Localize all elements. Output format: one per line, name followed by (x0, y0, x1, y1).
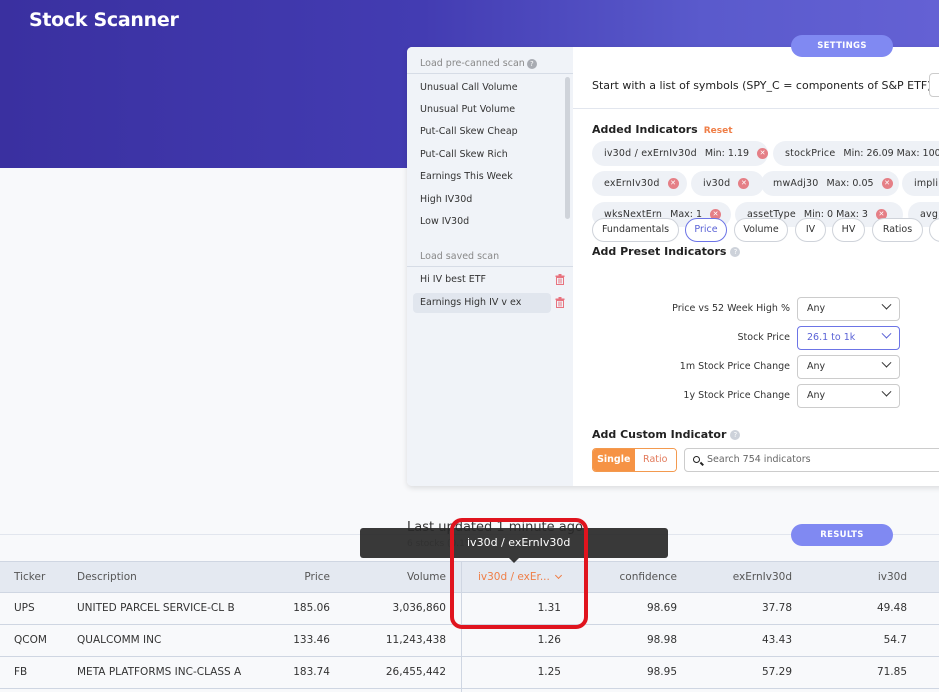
precanned-scan-item[interactable]: Earnings This Week (413, 167, 551, 187)
chevron-down-icon (881, 299, 892, 310)
mode-toggle: Single Ratio (592, 448, 677, 472)
precanned-section-label: Load pre-canned scan? (407, 47, 573, 69)
indicator-chip: mwAdj30 Max: 0.05 ✕ (761, 171, 899, 196)
column-header-description[interactable]: Description (77, 562, 137, 593)
indicator-search-input[interactable]: Search 754 indicators (684, 448, 939, 472)
precanned-scan-item[interactable]: Low IV30d (413, 212, 551, 232)
remove-icon[interactable]: ✕ (738, 178, 750, 189)
tab-price[interactable]: Price (685, 218, 727, 242)
filter-select[interactable]: 26.1 to 1k (797, 326, 900, 350)
reset-link[interactable]: Reset (704, 126, 733, 136)
column-header-price[interactable]: Price (260, 562, 330, 593)
precanned-scan-item[interactable]: Unusual Call Volume (413, 78, 551, 98)
saved-section-label: Load saved scan (420, 251, 500, 262)
precanned-scan-item[interactable]: High IV30d (413, 190, 551, 210)
scan-sidebar: Load pre-canned scan? Unusual Call Volum… (407, 47, 573, 486)
custom-indicator-title: Add Custom Indicator? (592, 428, 741, 441)
saved-scan-item[interactable]: Earnings High IV v ex (413, 293, 551, 313)
divider (407, 266, 573, 267)
filter-label: 1y Stock Price Change (683, 390, 790, 401)
settings-pill: SETTINGS (791, 35, 893, 57)
precanned-scan-item[interactable]: Put-Call Skew Rich (413, 145, 551, 165)
filter-label: Stock Price (737, 332, 791, 343)
help-icon[interactable]: ? (730, 247, 741, 257)
indicator-chip: impli (902, 171, 939, 196)
indicator-chip: stockPrice Min: 26.09 Max: 100 (773, 141, 939, 166)
settings-main: Start with a list of symbols (SPY_C = co… (573, 47, 939, 486)
column-header-confidence[interactable]: confidence (590, 562, 677, 593)
trash-icon[interactable] (555, 274, 565, 285)
column-header-volume[interactable]: Volume (360, 562, 446, 593)
divider (573, 108, 939, 109)
preset-indicators-title: Add Preset Indicators? (592, 245, 741, 258)
help-icon[interactable]: ? (526, 58, 537, 69)
settings-panel: Load pre-canned scan? Unusual Call Volum… (407, 47, 939, 486)
remove-icon[interactable]: ✕ (757, 148, 769, 159)
remove-icon[interactable]: ✕ (667, 178, 679, 189)
filter-select[interactable]: Any (797, 297, 900, 321)
tab-iv[interactable]: IV (795, 218, 826, 242)
indicator-chip: iv30d ✕ (691, 171, 764, 196)
results-pill: RESULTS (791, 524, 893, 546)
scrollbar[interactable] (565, 77, 570, 219)
trash-icon[interactable] (555, 297, 565, 308)
filter-select[interactable]: Any (797, 355, 900, 379)
chevron-down-icon (881, 386, 892, 397)
search-icon (693, 456, 700, 463)
table-row[interactable]: FB META PLATFORMS INC-CLASS A 183.74 26,… (0, 657, 939, 689)
tab-hv[interactable]: HV (832, 218, 865, 242)
symbols-label: Start with a list of symbols (SPY_C = co… (592, 79, 936, 92)
column-header-iv30d[interactable]: iv30d (820, 562, 907, 593)
mode-single-button[interactable]: Single (593, 449, 635, 471)
divider (407, 73, 573, 74)
filter-select[interactable]: Any (797, 384, 900, 408)
tab-fundamentals[interactable]: Fundamentals (592, 218, 679, 242)
precanned-scan-item[interactable]: Put-Call Skew Cheap (413, 122, 551, 142)
filter-label: Price vs 52 Week High % (672, 303, 790, 314)
column-header-ticker[interactable]: Ticker (14, 562, 45, 593)
tab-volume[interactable]: Volume (734, 218, 788, 242)
annotation-highlight-box (450, 518, 588, 629)
added-indicators-title: Added Indicators Reset (592, 123, 733, 136)
indicator-chip: exErnIv30d ✕ (592, 171, 687, 196)
chevron-down-icon (881, 328, 892, 339)
symbols-input[interactable] (929, 73, 939, 97)
saved-scan-item[interactable]: Hi IV best ETF (413, 270, 551, 290)
chevron-down-icon (881, 357, 892, 368)
mode-ratio-button[interactable]: Ratio (634, 449, 676, 471)
indicator-chip: iv30d / exErnIv30d Min: 1.19 ✕ (592, 141, 769, 166)
filter-label: 1m Stock Price Change (679, 361, 790, 372)
tab-ratios[interactable]: Ratios (872, 218, 923, 242)
remove-icon[interactable]: ✕ (881, 178, 893, 189)
help-icon[interactable]: ? (730, 430, 741, 440)
page-title: Stock Scanner (29, 9, 179, 31)
precanned-scan-item[interactable]: Unusual Put Volume (413, 100, 551, 120)
column-header-exernival[interactable]: exErnIv30d (700, 562, 792, 593)
table-row[interactable]: QCOM QUALCOMM INC 133.46 11,243,438 1.26… (0, 625, 939, 657)
